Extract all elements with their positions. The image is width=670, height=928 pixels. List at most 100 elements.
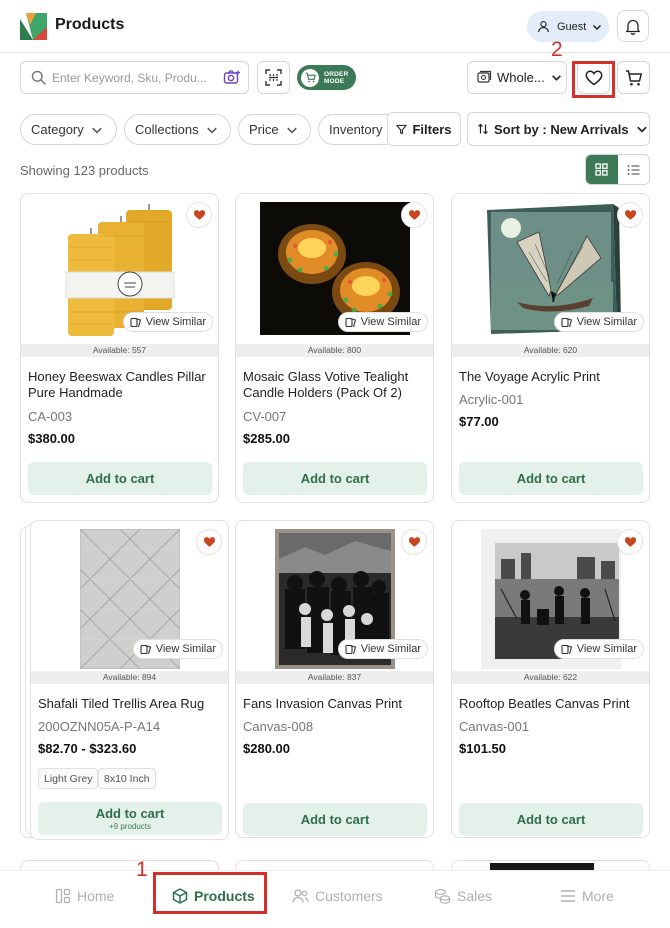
availability-bar: Available: 837	[236, 671, 433, 684]
chevron-down-icon	[636, 126, 647, 133]
add-to-cart-label: Add to cart	[516, 471, 586, 486]
user-menu-button[interactable]: Guest	[527, 11, 609, 42]
view-toggle	[585, 154, 650, 185]
app-header: Products Guest	[0, 0, 670, 53]
product-sku: CA-003	[28, 409, 73, 424]
heart-filled-icon	[408, 210, 420, 220]
product-name[interactable]: Fans Invasion Canvas Print	[243, 696, 428, 712]
users-icon	[292, 889, 309, 903]
filters-button[interactable]: Filters	[387, 112, 461, 146]
add-to-cart-button[interactable]: Add to cart	[243, 462, 427, 495]
order-mode-toggle[interactable]: ORDER MODE	[297, 65, 356, 90]
product-name[interactable]: Mosaic Glass Votive Tealight Candle Hold…	[243, 369, 428, 401]
favorite-button[interactable]	[617, 529, 643, 555]
product-card[interactable]: View Similar Available: 557 Honey Beeswa…	[20, 193, 219, 503]
product-count: Showing 123 products	[20, 163, 149, 178]
view-similar-button[interactable]: View Similar	[553, 639, 644, 659]
filter-chip-label: Inventory	[329, 122, 383, 137]
view-similar-button[interactable]: View Similar	[132, 639, 223, 659]
product-name[interactable]: The Voyage Acrylic Print	[459, 369, 644, 385]
product-sku: Canvas-008	[243, 719, 314, 734]
order-mode-label: ORDER MODE	[324, 71, 348, 85]
variant-tag-size: 8x10 Inch	[98, 768, 156, 789]
add-to-cart-button[interactable]: Add to cart	[28, 462, 212, 495]
product-card[interactable]: View Similar Available: 622 Rooftop Beat…	[451, 520, 650, 838]
favorite-button[interactable]	[196, 529, 222, 555]
cart-button[interactable]	[617, 61, 650, 94]
view-similar-label: View Similar	[360, 643, 421, 655]
view-similar-label: View Similar	[145, 316, 206, 328]
product-name[interactable]: Shafali Tiled Trellis Area Rug	[38, 696, 223, 712]
annotation-highlight-wishlist	[572, 61, 615, 98]
product-price: $77.00	[459, 414, 499, 429]
filter-chip-collections[interactable]: Collections	[124, 114, 231, 145]
product-image-area: View Similar	[21, 194, 218, 344]
view-similar-label: View Similar	[360, 316, 421, 328]
filter-chip-inventory[interactable]: Inventory	[318, 114, 388, 145]
availability-bar: Available: 620	[452, 344, 649, 357]
view-similar-icon	[561, 317, 572, 327]
heart-filled-icon	[624, 537, 636, 547]
favorite-button[interactable]	[401, 202, 427, 228]
view-similar-button[interactable]: View Similar	[337, 312, 428, 332]
view-similar-button[interactable]: View Similar	[553, 312, 644, 332]
filter-chip-price[interactable]: Price	[238, 114, 311, 145]
nav-item-sales[interactable]: Sales	[434, 888, 492, 904]
add-to-cart-button[interactable]: Add to cart +9 products	[38, 802, 222, 835]
annotation-number-1: 1	[136, 858, 148, 881]
product-card[interactable]: View Similar Available: 620 The Voyage A…	[451, 193, 650, 503]
sort-dropdown[interactable]: Sort by : New Arrivals	[467, 112, 650, 146]
nav-label: More	[582, 888, 614, 904]
nav-item-home[interactable]: Home	[55, 888, 114, 904]
product-image-area: View Similar	[452, 521, 649, 671]
product-sku: Canvas-001	[459, 719, 530, 734]
search-box[interactable]	[20, 61, 249, 94]
favorite-button[interactable]	[401, 529, 427, 555]
filters-label: Filters	[412, 121, 452, 137]
chevron-down-icon	[593, 24, 602, 30]
bottom-navigation: Home Products Customers Sales More	[0, 870, 670, 928]
search-input[interactable]	[52, 70, 212, 85]
product-name[interactable]: Rooftop Beatles Canvas Print	[459, 696, 644, 712]
sort-label: Sort by : New Arrivals	[494, 121, 629, 137]
product-card[interactable]: View Similar Available: 837 Fans Invasio…	[235, 520, 434, 838]
nav-label: Customers	[315, 888, 383, 904]
home-dashboard-icon	[55, 888, 71, 904]
product-sku: 200OZNN05A-P-A14	[38, 719, 161, 734]
product-sku: Acrylic-001	[459, 392, 524, 407]
grid-view-button[interactable]	[586, 155, 618, 184]
add-to-cart-button[interactable]: Add to cart	[459, 462, 643, 495]
favorite-button[interactable]	[617, 202, 643, 228]
price-list-dropdown[interactable]: Whole...	[467, 61, 567, 94]
product-name[interactable]: Honey Beeswax Candles Pillar Pure Handma…	[28, 369, 213, 401]
product-card[interactable]: View Similar Available: 894 Shafali Tile…	[30, 520, 229, 840]
product-image-area: View Similar	[236, 521, 433, 671]
order-mode-line1: ORDER	[324, 70, 349, 78]
add-to-cart-button[interactable]: Add to cart	[243, 803, 427, 836]
scan-icon	[265, 69, 282, 86]
view-similar-label: View Similar	[576, 316, 637, 328]
add-to-cart-button[interactable]: Add to cart	[459, 803, 643, 836]
product-price: $82.70 - $323.60	[38, 741, 137, 756]
list-icon	[627, 164, 640, 175]
view-similar-label: View Similar	[155, 643, 216, 655]
image-search-icon[interactable]	[223, 69, 241, 87]
filter-chip-category[interactable]: Category	[20, 114, 117, 145]
view-similar-icon	[140, 644, 151, 654]
view-similar-button[interactable]: View Similar	[337, 639, 428, 659]
product-card[interactable]: View Similar Available: 800 Mosaic Glass…	[235, 193, 434, 503]
favorite-button[interactable]	[186, 202, 212, 228]
chevron-down-icon	[91, 127, 102, 134]
nav-item-more[interactable]: More	[560, 888, 614, 904]
view-similar-button[interactable]: View Similar	[122, 312, 213, 332]
notifications-button[interactable]	[617, 10, 649, 42]
product-price: $285.00	[243, 431, 290, 446]
search-icon	[31, 70, 46, 85]
nav-item-customers[interactable]: Customers	[292, 888, 383, 904]
list-view-button[interactable]	[618, 155, 650, 184]
add-to-cart-label: Add to cart	[95, 806, 165, 821]
barcode-scan-button[interactable]	[257, 61, 290, 94]
view-similar-icon	[345, 644, 356, 654]
price-list-label: Whole...	[497, 70, 545, 85]
chevron-down-icon	[286, 127, 297, 134]
